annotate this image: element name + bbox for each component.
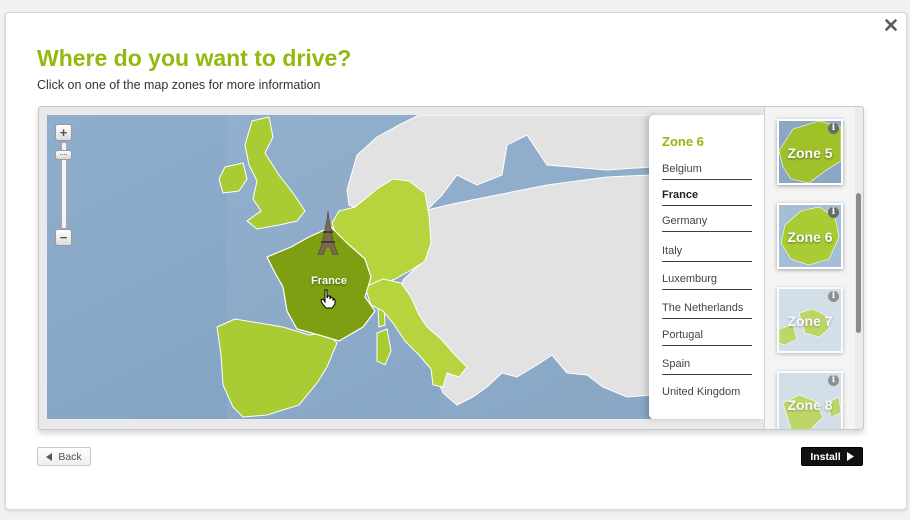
zone-thumbnail-strip[interactable]: Zone 5 i Zone 6 i Zone 7 i Zone 8 i [764, 107, 855, 429]
dialog-subtitle: Click on one of the map zones for more i… [37, 78, 321, 92]
arrow-left-icon [46, 452, 53, 461]
zone-thumbnail-label: Zone 7 [787, 313, 833, 329]
country-label: Belgium [662, 163, 702, 175]
back-button-label: Back [58, 450, 82, 463]
country-item-italy[interactable]: Italy [662, 234, 752, 262]
close-icon [885, 19, 897, 31]
zoom-slider-handle[interactable] [55, 150, 72, 160]
zone-thumbnail-label: Zone 5 [787, 145, 833, 161]
country-label: United Kingdom [662, 386, 741, 398]
info-icon[interactable]: i [828, 123, 839, 134]
close-button[interactable] [879, 13, 903, 37]
info-icon[interactable]: i [828, 375, 839, 386]
zoom-out-button[interactable]: − [55, 229, 72, 246]
country-item-luxemburg[interactable]: Luxemburg [662, 262, 752, 290]
hand-pointer-icon [320, 289, 336, 309]
back-button[interactable]: Back [37, 447, 91, 466]
zone-scrollbar[interactable] [855, 107, 862, 429]
country-label: France [662, 189, 699, 201]
country-label: Portugal [662, 329, 703, 341]
zone-thumbnail-8[interactable]: Zone 8 i [777, 371, 843, 429]
country-item-united-kingdom[interactable]: United Kingdom [662, 375, 752, 402]
country-item-germany[interactable]: Germany [662, 204, 752, 232]
zoom-in-button[interactable]: + [55, 124, 72, 141]
zone-thumbnail-7[interactable]: Zone 7 i [777, 287, 843, 353]
zone-thumbnail-5[interactable]: Zone 5 i [777, 119, 843, 185]
arrow-right-icon [846, 452, 854, 461]
install-button[interactable]: Install [801, 447, 863, 466]
country-item-portugal[interactable]: Portugal [662, 318, 752, 346]
zone-country-list: Zone 6 Belgium France Germany Italy Luxe… [649, 115, 764, 419]
zone-thumbnail-6[interactable]: Zone 6 i [777, 203, 843, 269]
eiffel-tower-icon [317, 211, 339, 255]
zone-thumbnail-label: Zone 8 [787, 397, 833, 413]
country-label: The Netherlands [662, 302, 744, 314]
country-label: Germany [662, 215, 708, 227]
europe-map[interactable]: + − France [47, 115, 651, 419]
country-item-the-netherlands[interactable]: The Netherlands [662, 291, 752, 319]
country-item-france[interactable]: France [662, 178, 752, 206]
zone-scrollbar-thumb[interactable] [856, 193, 861, 333]
info-icon[interactable]: i [828, 291, 839, 302]
dialog-title: Where do you want to drive? [37, 45, 352, 71]
map-country-label: France [310, 275, 348, 287]
install-button-label: Install [810, 450, 841, 463]
country-item-belgium[interactable]: Belgium [662, 152, 752, 180]
country-label: Spain [662, 358, 691, 370]
info-icon[interactable]: i [828, 207, 839, 218]
country-label: Italy [662, 245, 683, 257]
zone-heading: Zone 6 [662, 134, 704, 149]
country-label: Luxemburg [662, 273, 718, 285]
country-item-spain[interactable]: Spain [662, 347, 752, 375]
map-panel: + − France Zone 6 Belgium France Germany… [38, 106, 864, 430]
zone-thumbnail-label: Zone 6 [787, 229, 833, 245]
